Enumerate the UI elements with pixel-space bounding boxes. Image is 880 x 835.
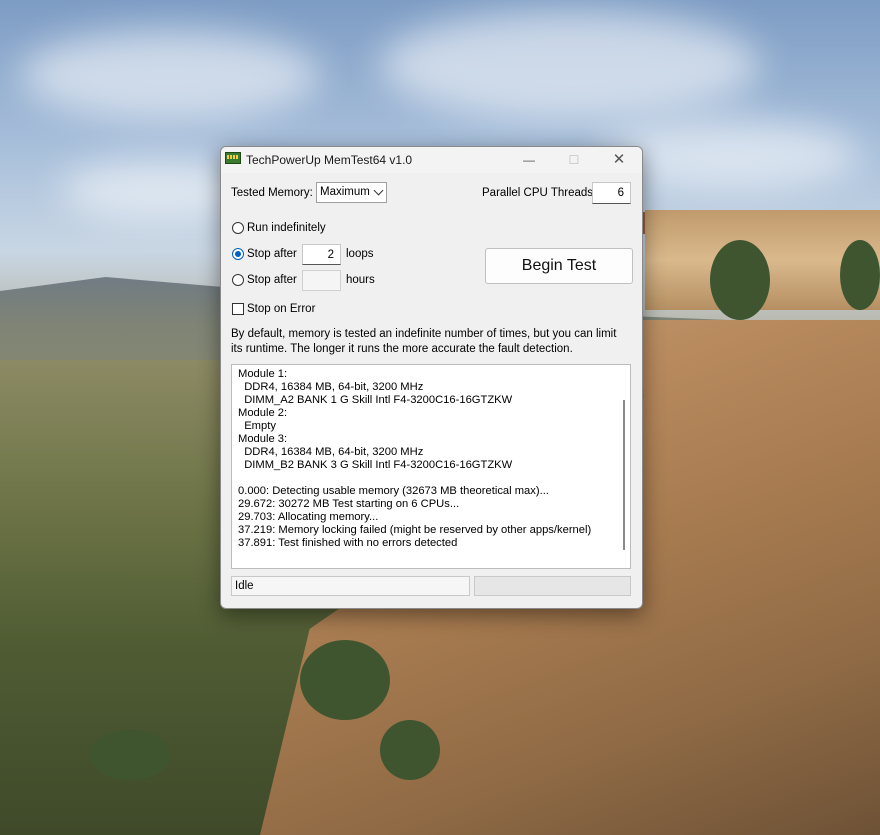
stop-after-loops-label[interactable]: Stop after (247, 248, 297, 260)
log-line: Module 3: (238, 433, 288, 445)
tested-memory-value: Maximum (320, 186, 370, 198)
memtest-window: TechPowerUp MemTest64 v1.0 — ☐ ✕ Tested … (220, 146, 643, 609)
run-indefinitely-radio[interactable] (232, 222, 244, 234)
hours-input[interactable] (302, 270, 341, 291)
close-button[interactable]: ✕ (596, 147, 642, 173)
memory-module-icon (225, 152, 241, 164)
threads-label: Parallel CPU Threads: (482, 187, 597, 199)
description-text: By default, memory is tested an indefini… (231, 328, 617, 355)
stop-after-loops-radio[interactable] (232, 248, 244, 260)
status-bar: Idle (231, 576, 470, 596)
tested-memory-label: Tested Memory: (231, 187, 313, 199)
log-lines: Module 1: DDR4, 16384 MB, 64-bit, 3200 M… (238, 368, 591, 550)
log-line: 0.000: Detecting usable memory (32673 MB… (238, 485, 549, 497)
log-line: DIMM_B2 BANK 3 G Skill Intl F4-3200C16-1… (238, 459, 513, 471)
stop-on-error-label[interactable]: Stop on Error (247, 303, 315, 315)
minimize-button[interactable]: — (506, 147, 552, 173)
loops-unit-label: loops (346, 248, 374, 260)
title-bar[interactable]: TechPowerUp MemTest64 v1.0 — ☐ ✕ (221, 147, 642, 173)
stop-after-hours-radio[interactable] (232, 274, 244, 286)
stop-on-error-checkbox[interactable] (232, 303, 244, 315)
run-indefinitely-label[interactable]: Run indefinitely (247, 222, 326, 234)
log-line: 29.703: Allocating memory... (238, 511, 379, 523)
log-output[interactable]: Module 1: DDR4, 16384 MB, 64-bit, 3200 M… (231, 364, 631, 569)
window-title: TechPowerUp MemTest64 v1.0 (246, 153, 413, 167)
hours-unit-label: hours (346, 274, 375, 286)
log-line: Module 2: (238, 407, 288, 419)
log-scrollbar[interactable] (623, 400, 625, 550)
log-line: 37.219: Memory locking failed (might be … (238, 524, 592, 536)
minimize-icon: — (523, 153, 535, 167)
log-line: Empty (238, 420, 276, 432)
progress-bar (474, 576, 631, 596)
maximize-icon: ☐ (568, 153, 580, 167)
log-line: 29.672: 30272 MB Test starting on 6 CPUs… (238, 498, 460, 510)
maximize-button[interactable]: ☐ (551, 147, 597, 173)
chevron-down-icon (373, 185, 384, 196)
threads-input[interactable]: 6 (592, 182, 631, 204)
begin-test-button[interactable]: Begin Test (485, 248, 633, 284)
stop-after-hours-label[interactable]: Stop after (247, 274, 297, 286)
log-line: DIMM_A2 BANK 1 G Skill Intl F4-3200C16-1… (238, 394, 513, 406)
loops-input[interactable]: 2 (302, 244, 341, 265)
log-line: DDR4, 16384 MB, 64-bit, 3200 MHz (238, 381, 424, 393)
tested-memory-select[interactable]: Maximum (316, 182, 387, 203)
status-text: Idle (235, 580, 254, 592)
log-line: 37.891: Test finished with no errors det… (238, 537, 458, 549)
log-line: Module 1: (238, 368, 288, 380)
log-line: DDR4, 16384 MB, 64-bit, 3200 MHz (238, 446, 424, 458)
close-icon: ✕ (612, 151, 626, 168)
